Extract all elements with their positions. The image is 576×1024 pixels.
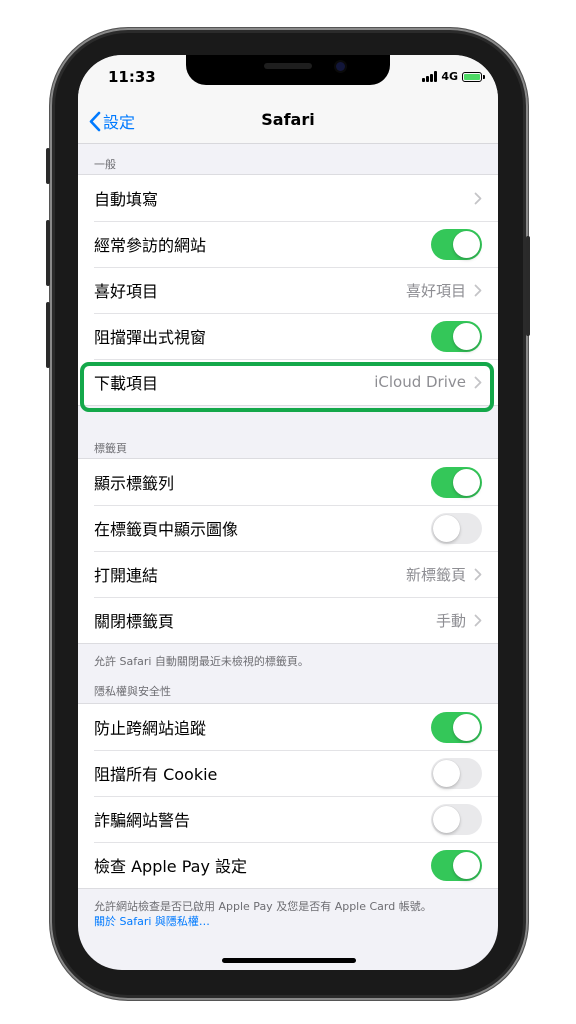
open-links-row[interactable]: 打開連結 新標籤頁 — [78, 551, 498, 597]
prevent-tracking-toggle[interactable] — [431, 711, 482, 743]
row-label: 阻擋所有 Cookie — [94, 765, 218, 784]
home-indicator[interactable] — [222, 958, 356, 963]
favorites-row[interactable]: 喜好項目 喜好項目 — [78, 267, 498, 313]
row-label: 顯示標籤列 — [94, 474, 175, 493]
frequently-visited-toggle[interactable] — [431, 228, 482, 260]
downloads-row[interactable]: 下載項目 iCloud Drive — [78, 359, 498, 405]
chevron-right-icon — [474, 614, 482, 626]
row-label: 關閉標籤頁 — [94, 612, 175, 631]
volume-up-button — [46, 220, 50, 286]
about-safari-privacy-link[interactable]: 關於 Safari 與隱私權… — [94, 915, 210, 928]
tabs-group: 顯示標籤列 在標籤頁中顯示圖像 打開連結 新標籤頁 關閉標籤頁 手動 — [78, 458, 498, 644]
frequently-visited-row: 經常參訪的網站 — [78, 221, 498, 267]
front-camera — [336, 62, 345, 71]
block-popups-row: 阻擋彈出式視窗 — [78, 313, 498, 359]
row-label: 防止跨網站追蹤 — [94, 719, 207, 738]
row-label: 檢查 Apple Pay 設定 — [94, 857, 248, 876]
check-apple-pay-row: 檢查 Apple Pay 設定 — [78, 842, 498, 888]
autofill-row[interactable]: 自動填寫 — [78, 175, 498, 221]
chevron-right-icon — [474, 376, 482, 388]
volume-down-button — [46, 302, 50, 368]
show-icons-in-tabs-row: 在標籤頁中顯示圖像 — [78, 505, 498, 551]
prevent-tracking-row: 防止跨網站追蹤 — [78, 704, 498, 750]
section-header-general: 一般 — [94, 158, 116, 171]
notch — [186, 55, 390, 85]
check-apple-pay-toggle[interactable] — [431, 849, 482, 881]
row-label: 打開連結 — [94, 566, 159, 585]
speaker — [264, 63, 312, 69]
block-cookies-row: 阻擋所有 Cookie — [78, 750, 498, 796]
fraud-warning-row: 詐騙網站警告 — [78, 796, 498, 842]
row-label: 經常參訪的網站 — [94, 236, 207, 255]
privacy-footer: 允許網站檢查是否已啟用 Apple Pay 及您是否有 Apple Card 帳… — [78, 889, 498, 937]
privacy-footer-note: 允許網站檢查是否已啟用 Apple Pay 及您是否有 Apple Card 帳… — [94, 900, 432, 913]
row-value: iCloud Drive — [374, 373, 466, 391]
battery-icon — [462, 71, 485, 82]
row-value: 喜好項目 — [405, 281, 466, 300]
row-label: 喜好項目 — [94, 282, 159, 301]
signal-icon — [422, 71, 438, 82]
chevron-right-icon — [474, 284, 482, 296]
status-indicators: 4G — [422, 70, 485, 83]
privacy-group: 防止跨網站追蹤 阻擋所有 Cookie 詐騙網站警告 檢查 Apple Pay … — [78, 703, 498, 889]
row-label: 自動填寫 — [94, 190, 159, 209]
block-cookies-toggle[interactable] — [431, 757, 482, 789]
row-value: 手動 — [435, 611, 466, 630]
navigation-bar: 設定 Safari — [78, 99, 498, 144]
mute-switch — [46, 148, 50, 184]
row-label: 在標籤頁中顯示圖像 — [94, 520, 239, 539]
close-tabs-row[interactable]: 關閉標籤頁 手動 — [78, 597, 498, 643]
status-time: 11:33 — [108, 68, 156, 86]
show-icons-in-tabs-toggle[interactable] — [431, 512, 482, 544]
show-tab-bar-toggle[interactable] — [431, 466, 482, 498]
chevron-right-icon — [474, 192, 482, 204]
settings-list: 一般 自動填寫 經常參訪的網站 喜好項目 喜好項目 阻擋彈出式視窗 下載項目 i… — [78, 144, 498, 937]
tabs-footer-note: 允許 Safari 自動關閉最近未檢視的標籤頁。 — [94, 655, 309, 668]
row-label: 下載項目 — [94, 374, 159, 393]
section-header-tabs: 標籤頁 — [94, 442, 127, 455]
row-label: 詐騙網站警告 — [94, 811, 191, 830]
general-group: 自動填寫 經常參訪的網站 喜好項目 喜好項目 阻擋彈出式視窗 下載項目 iClo… — [78, 174, 498, 406]
screen: 11:33 4G 設定 Safari 一般 自動填寫 經常參訪的網站 喜好項目 … — [78, 55, 498, 970]
show-tab-bar-row: 顯示標籤列 — [78, 459, 498, 505]
section-header-privacy: 隱私權與安全性 — [94, 685, 171, 698]
chevron-right-icon — [474, 568, 482, 580]
network-type: 4G — [441, 70, 458, 83]
page-title: Safari — [261, 110, 315, 129]
row-value: 新標籤頁 — [405, 565, 466, 584]
row-label: 阻擋彈出式視窗 — [94, 328, 207, 347]
fraud-warning-toggle[interactable] — [431, 803, 482, 835]
block-popups-toggle[interactable] — [431, 320, 482, 352]
power-button — [526, 236, 530, 336]
